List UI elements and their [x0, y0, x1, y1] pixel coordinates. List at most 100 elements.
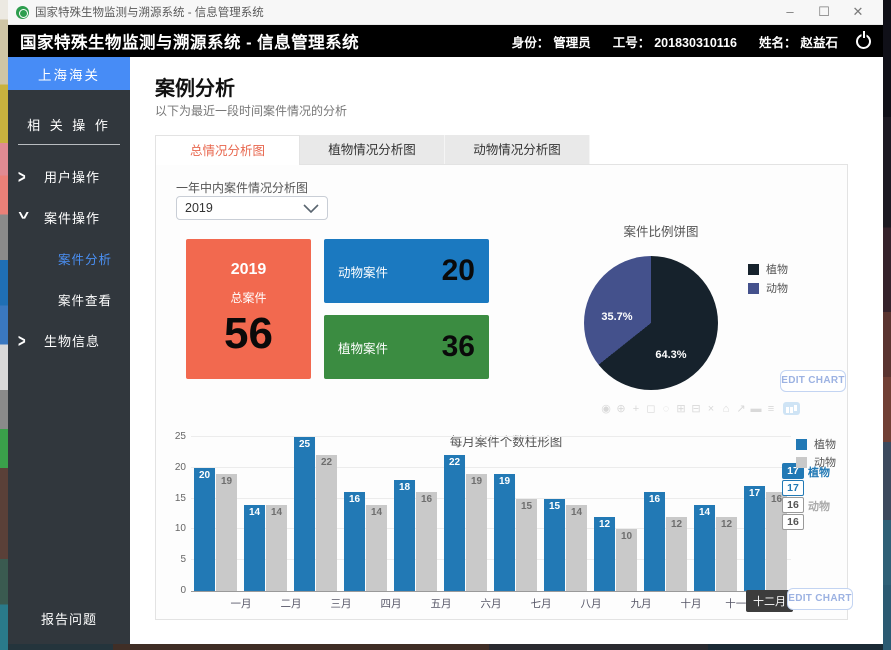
y-axis-tick-label: 0	[166, 585, 186, 596]
bar-动物[interactable]: 12	[666, 517, 687, 591]
lasso-icon[interactable]: ◌	[659, 403, 673, 415]
spikeline-icon[interactable]: ↗	[734, 402, 748, 415]
bar-value-label: 22	[444, 457, 465, 468]
plant-card-label: 植物案件	[338, 338, 442, 357]
total-card-value: 56	[186, 312, 311, 356]
tooltip-value: 17	[782, 480, 804, 496]
tab-plant[interactable]: 植物情况分析图	[300, 135, 445, 165]
pan-icon[interactable]: +	[629, 403, 643, 415]
maximize-button[interactable]: ☐	[807, 0, 841, 24]
bar-chart-plot: 0510152025一月2019二月1414三月2522四月1614五月1816…	[191, 438, 791, 592]
bar-植物[interactable]: 22	[444, 455, 465, 591]
edit-bar-chart-button[interactable]: EDIT CHART	[787, 588, 853, 610]
edit-pie-chart-button[interactable]: EDIT CHART	[780, 370, 846, 392]
plant-card-value: 36	[442, 330, 475, 364]
bar-value-label: 14	[244, 507, 265, 518]
x-axis-label: 二月	[269, 596, 313, 611]
sidebar-item-case-view[interactable]: 案件查看	[8, 290, 130, 309]
bar-植物[interactable]: 20	[194, 468, 215, 591]
box-select-icon[interactable]: ◻	[644, 402, 658, 415]
camera-icon[interactable]: ◉	[599, 402, 613, 415]
close-button[interactable]: ✕	[841, 0, 875, 24]
bar-value-label: 16	[344, 494, 365, 505]
desktop-screen: 国家特殊生物监测与溯源系统 - 信息管理系统 – ☐ ✕ 国家特殊生物监测与溯源…	[0, 0, 891, 650]
bar-植物[interactable]: 19	[494, 474, 515, 591]
tooltip-value: 16	[782, 514, 804, 530]
autoscale-icon[interactable]: ×	[704, 403, 718, 415]
sidebar-item-customs[interactable]: 上海海关	[8, 57, 130, 90]
pie-slice-label: 35.7%	[592, 311, 642, 323]
bar-动物[interactable]: 14	[266, 505, 287, 591]
bar-legend-item[interactable]: 植物	[796, 436, 836, 452]
bar-植物[interactable]: 12	[594, 517, 615, 591]
plotly-logo-icon[interactable]	[783, 402, 800, 415]
x-axis-label: 六月	[469, 596, 513, 611]
chevron-down-icon: >	[14, 212, 35, 224]
gridline	[191, 436, 791, 437]
plant-cases-card: 植物案件 36	[324, 315, 489, 379]
bar-动物[interactable]: 22	[316, 455, 337, 591]
x-axis-label: 七月	[519, 596, 563, 611]
bar-value-label: 14	[366, 507, 387, 518]
bar-group: 1816	[394, 438, 438, 591]
sidebar-item-report-issue[interactable]: 报告问题	[8, 609, 130, 628]
bar-value-label: 22	[316, 457, 337, 468]
sidebar-item-case-ops[interactable]: >案件操作	[8, 208, 130, 227]
bar-group: 1915	[494, 438, 538, 591]
magnifier-icon[interactable]: ⊕	[614, 402, 628, 415]
chevron-down-icon	[303, 204, 319, 213]
x-axis-label: 八月	[569, 596, 613, 611]
hover-compare-icon[interactable]: ≡	[764, 403, 778, 415]
total-card-year: 2019	[186, 261, 311, 279]
bar-value-label: 16	[416, 494, 437, 505]
bar-动物[interactable]: 10	[616, 529, 637, 591]
bar-植物[interactable]: 18	[394, 480, 415, 591]
sidebar-item-user-ops[interactable]: >用户操作	[8, 167, 130, 186]
total-card-label: 总案件	[186, 289, 311, 306]
bar-动物[interactable]: 19	[216, 474, 237, 591]
pie-legend-item[interactable]: 植物	[748, 261, 788, 277]
bar-legend-item[interactable]: 动物	[796, 454, 836, 470]
worker-id-field: 工号：201830310116	[613, 32, 737, 51]
name-label: 姓名：	[759, 36, 797, 50]
hover-closest-icon[interactable]: ▬	[749, 403, 763, 415]
minimize-button[interactable]: –	[773, 0, 807, 24]
tab-animal[interactable]: 动物情况分析图	[445, 135, 590, 165]
tooltip-line: 1616动物	[782, 497, 866, 531]
reset-axes-icon[interactable]: ⌂	[719, 403, 733, 415]
bar-动物[interactable]: 15	[516, 499, 537, 591]
power-icon[interactable]	[856, 34, 871, 49]
sidebar-item-case-analysis[interactable]: 案件分析	[8, 249, 130, 268]
desktop-background-left	[0, 0, 8, 650]
zoom-out-icon[interactable]: ⊟	[689, 402, 703, 415]
x-axis-label: 一月	[219, 596, 263, 611]
bar-植物[interactable]: 14	[694, 505, 715, 591]
zoom-in-icon[interactable]: ⊞	[674, 402, 688, 415]
bar-植物[interactable]: 14	[244, 505, 265, 591]
sidebar-item-bio-info[interactable]: >生物信息	[8, 331, 130, 350]
bar-动物[interactable]: 12	[716, 517, 737, 591]
bar-动物[interactable]: 14	[566, 505, 587, 591]
bar-value-label: 19	[216, 476, 237, 487]
app-window: 国家特殊生物监测与溯源系统 - 信息管理系统 – ☐ ✕ 国家特殊生物监测与溯源…	[8, 0, 883, 644]
legend-label: 动物	[814, 454, 836, 470]
bar-植物[interactable]: 17	[744, 486, 765, 591]
year-select[interactable]: 2019	[176, 196, 328, 220]
bar-植物[interactable]: 16	[344, 492, 365, 591]
sidebar-section-title: 相 关 操 作	[8, 115, 130, 134]
pie-legend-item[interactable]: 动物	[748, 280, 788, 296]
bar-value-label: 16	[644, 494, 665, 505]
bar-动物[interactable]: 19	[466, 474, 487, 591]
bar-植物[interactable]: 25	[294, 437, 315, 591]
tab-overall[interactable]: 总情况分析图	[155, 135, 300, 165]
bar-植物[interactable]: 16	[644, 492, 665, 591]
sidebar: 上海海关 相 关 操 作 >用户操作 >案件操作案件分析案件查看 >生物信息 报告问…	[8, 57, 130, 644]
bar-动物[interactable]: 14	[366, 505, 387, 591]
bar-动物[interactable]: 16	[416, 492, 437, 591]
legend-label: 植物	[814, 436, 836, 452]
bar-植物[interactable]: 15	[544, 499, 565, 591]
bar-group: 2019	[194, 438, 238, 591]
pie-chart	[584, 256, 718, 390]
bar-group: 2219	[444, 438, 488, 591]
sidebar-divider	[18, 144, 120, 145]
